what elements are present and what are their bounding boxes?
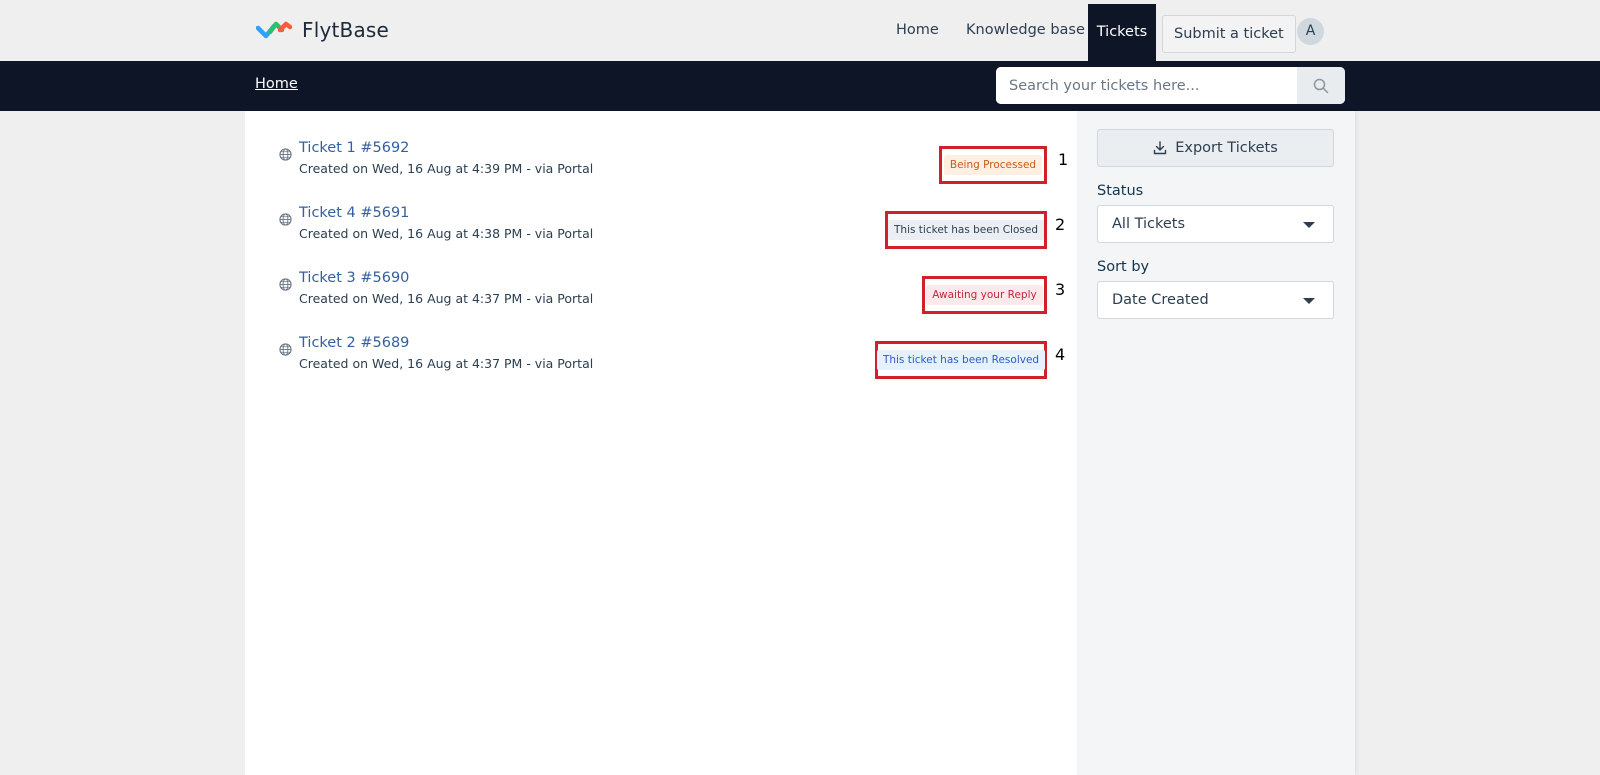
brand-logo[interactable]: FlytBase: [256, 18, 389, 42]
search-box: [996, 67, 1345, 104]
download-icon: [1154, 141, 1167, 155]
ticket-meta: Created on Wed, 16 Aug at 4:39 PM - via …: [299, 161, 594, 176]
ticket-title-link[interactable]: Ticket 4 #5691: [299, 205, 409, 221]
ticket-title-link[interactable]: Ticket 3 #5690: [299, 270, 409, 286]
ticket-meta: Created on Wed, 16 Aug at 4:38 PM - via …: [299, 226, 594, 241]
submit-ticket-button[interactable]: Submit a ticket: [1162, 15, 1296, 53]
ticket-title-link[interactable]: Ticket 2 #5689: [299, 335, 409, 351]
sub-header-bar: Home: [0, 61, 1600, 111]
status-highlight-box: This ticket has been Closed: [885, 211, 1047, 249]
flytbase-logo-icon: [256, 21, 292, 39]
breadcrumb-home[interactable]: Home: [255, 76, 298, 92]
status-badge: Being Processed: [943, 155, 1043, 175]
annotation-marker: 3: [1055, 280, 1066, 299]
nav-knowledge-base[interactable]: Knowledge base: [966, 0, 1085, 61]
export-tickets-button[interactable]: Export Tickets: [1097, 129, 1334, 167]
search-input[interactable]: [996, 67, 1297, 104]
status-filter-select[interactable]: All Tickets: [1097, 205, 1334, 243]
search-icon: [1313, 78, 1329, 93]
status-highlight-box: Being Processed: [939, 146, 1047, 184]
ticket-row[interactable]: Ticket 2 #5689 Created on Wed, 16 Aug at…: [245, 332, 1077, 382]
caret-down-icon: [1303, 298, 1315, 304]
globe-icon: [279, 213, 292, 226]
status-highlight-box: Awaiting your Reply: [922, 276, 1047, 314]
sort-by-value: Date Created: [1112, 292, 1209, 308]
annotation-marker: 1: [1058, 150, 1069, 169]
globe-icon: [279, 278, 292, 291]
status-filter-label: Status: [1097, 183, 1144, 199]
ticket-row[interactable]: Ticket 3 #5690 Created on Wed, 16 Aug at…: [245, 267, 1077, 317]
status-badge: This ticket has been Closed: [888, 220, 1044, 240]
status-badge: This ticket has been Resolved: [876, 350, 1046, 370]
ticket-meta: Created on Wed, 16 Aug at 4:37 PM - via …: [299, 291, 594, 306]
ticket-list: Ticket 1 #5692 Created on Wed, 16 Aug at…: [245, 111, 1077, 775]
nav-tickets[interactable]: Tickets: [1088, 4, 1156, 61]
status-filter-value: All Tickets: [1112, 216, 1186, 232]
nav-home[interactable]: Home: [896, 0, 939, 61]
ticket-title-link[interactable]: Ticket 1 #5692: [299, 140, 409, 156]
globe-icon: [279, 148, 292, 161]
sort-by-select[interactable]: Date Created: [1097, 281, 1334, 319]
ticket-row[interactable]: Ticket 1 #5692 Created on Wed, 16 Aug at…: [245, 137, 1077, 187]
status-highlight-box: This ticket has been Resolved: [875, 341, 1047, 379]
globe-icon: [279, 343, 292, 356]
annotation-marker: 4: [1055, 345, 1066, 364]
search-button[interactable]: [1297, 67, 1345, 104]
status-badge: Awaiting your Reply: [926, 285, 1043, 305]
filter-sidebar: Export Tickets Status All Tickets Sort b…: [1077, 111, 1355, 775]
annotation-marker: 2: [1055, 215, 1066, 234]
avatar[interactable]: A: [1297, 18, 1324, 45]
export-label: Export Tickets: [1175, 140, 1278, 156]
caret-down-icon: [1303, 222, 1315, 228]
sort-by-label: Sort by: [1097, 259, 1150, 275]
ticket-row[interactable]: Ticket 4 #5691 Created on Wed, 16 Aug at…: [245, 202, 1077, 252]
brand-name: FlytBase: [302, 18, 390, 42]
ticket-meta: Created on Wed, 16 Aug at 4:37 PM - via …: [299, 356, 594, 371]
top-header: FlytBase Home Knowledge base Tickets Sub…: [0, 0, 1600, 61]
